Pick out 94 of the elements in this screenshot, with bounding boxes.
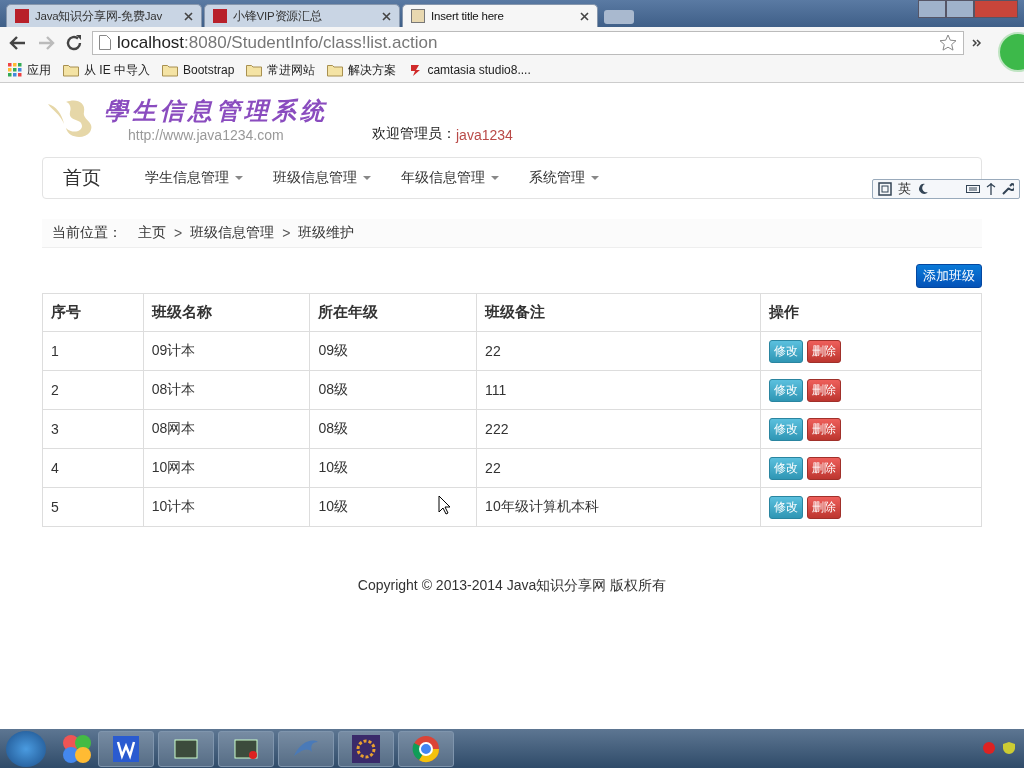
table-cell: 08网本 — [143, 409, 310, 449]
ime-mode-toggle[interactable]: 英 — [898, 180, 911, 198]
nav-menu[interactable]: 学生信息管理 — [145, 169, 243, 187]
delete-button[interactable]: 删除 — [807, 495, 842, 519]
table-cell: 08级 — [309, 409, 477, 449]
table-cell: 10级 — [309, 448, 477, 488]
table-cell: 09级 — [309, 331, 477, 371]
nav-menu[interactable]: 年级信息管理 — [401, 169, 499, 187]
nav-menu[interactable]: 班级信息管理 — [273, 169, 371, 187]
column-header: 班级备注 — [476, 293, 761, 332]
table-cell: 08计本 — [143, 370, 310, 410]
table-cell: 222 — [476, 409, 761, 449]
mouse-pointer-icon — [438, 495, 452, 515]
folder-icon — [63, 63, 79, 77]
delete-button[interactable]: 删除 — [807, 378, 842, 402]
bookmark-item[interactable]: 应用 — [8, 61, 51, 79]
column-header: 序号 — [42, 293, 144, 332]
breadcrumb-separator: > — [174, 225, 183, 241]
logo-title: 學生信息管理系统 — [104, 95, 328, 127]
table-cell: 10网本 — [143, 448, 310, 488]
site-favicon-icon — [213, 9, 227, 23]
window-app-icon — [233, 738, 259, 760]
username: java1234 — [456, 127, 513, 143]
table-cell: 22 — [476, 448, 761, 488]
folder-icon — [327, 63, 344, 77]
close-icon[interactable] — [184, 11, 193, 21]
table-cell: 10计本 — [143, 487, 310, 527]
column-header: 所在年级 — [309, 293, 477, 332]
taskbar-app-button[interactable] — [158, 731, 214, 767]
table-cell: 4 — [42, 448, 144, 488]
chevron-icon[interactable] — [972, 37, 982, 48]
window-app-icon — [173, 738, 199, 760]
page-favicon-icon — [411, 9, 425, 23]
add-class-button[interactable]: 添加班级 — [916, 264, 982, 288]
table-cell: 2 — [42, 370, 144, 410]
breadcrumb-link[interactable]: 班级信息管理 — [190, 224, 275, 242]
table-cell: 5 — [42, 487, 144, 527]
taskbar-app-button[interactable] — [218, 731, 274, 767]
caret-icon — [491, 176, 499, 180]
apps-grid-icon — [8, 63, 22, 77]
caret-icon — [235, 176, 243, 180]
star-icon[interactable] — [939, 33, 957, 52]
delete-button[interactable]: 删除 — [807, 339, 842, 363]
breadcrumb-label: 当前位置： — [52, 224, 122, 242]
browser-tab[interactable]: 小锋VIP资源汇总 — [204, 4, 400, 27]
site-favicon-icon — [15, 9, 29, 23]
table-cell: 3 — [42, 409, 144, 449]
bookmark-item[interactable]: 解决方案 — [327, 61, 397, 79]
app-squares-icon[interactable] — [60, 732, 94, 766]
delete-button[interactable]: 删除 — [807, 417, 842, 441]
reload-icon[interactable] — [64, 32, 84, 53]
shield-icon[interactable] — [1002, 741, 1016, 755]
bookmark-item[interactable]: Bootstrap — [162, 63, 235, 77]
bookmark-item[interactable]: 常进网站 — [246, 61, 316, 79]
document-app-icon — [113, 736, 139, 762]
home-link[interactable]: 首页 — [63, 165, 101, 191]
bookmark-item[interactable]: 从 IE 中导入 — [63, 61, 150, 79]
browser-tab[interactable]: Insert title here — [402, 4, 598, 27]
folder-icon — [162, 63, 178, 77]
copyright-text: Copyright © 2013-2014 Java知识分享网 版权所有 — [356, 577, 668, 595]
minimize-button[interactable] — [918, 0, 946, 18]
logo-url: http://www.java1234.com — [128, 127, 285, 143]
taskbar-app-button[interactable] — [398, 731, 454, 767]
browser-tab[interactable]: Java知识分享网-免费Jav — [6, 4, 202, 27]
nav-menu[interactable]: 系统管理 — [529, 169, 599, 187]
round-browser-icon — [412, 735, 440, 763]
table-cell: 08级 — [309, 370, 477, 410]
breadcrumb-separator: > — [282, 225, 291, 241]
breadcrumb-link[interactable]: 主页 — [138, 224, 166, 242]
folder-icon — [246, 63, 263, 77]
table-cell: 10年级计算机本科 — [476, 487, 761, 527]
column-header: 班级名称 — [143, 293, 310, 332]
welcome-label: 欢迎管理员： — [372, 125, 456, 141]
address-bar[interactable]: localhost:8080/StudentInfo/class!list.action — [92, 30, 964, 55]
restore-button[interactable] — [946, 0, 974, 18]
page-icon — [99, 35, 111, 50]
table-cell: 09计本 — [143, 331, 310, 371]
table-cell: 22 — [476, 331, 761, 371]
ime-logo-icon[interactable] — [878, 182, 892, 196]
bookmark-item[interactable]: camtasia studio8.... — [408, 63, 531, 77]
taskbar-app-button[interactable] — [338, 731, 394, 767]
breadcrumb-link[interactable]: 班级维护 — [298, 224, 355, 242]
caret-icon — [363, 176, 371, 180]
moon-icon[interactable] — [917, 183, 929, 195]
taskbar-app-button[interactable] — [98, 731, 154, 767]
delete-button[interactable]: 删除 — [807, 456, 842, 480]
column-header: 操作 — [760, 293, 982, 332]
table-cell: 1 — [42, 331, 144, 371]
caret-icon — [591, 176, 599, 180]
table-cell: 111 — [476, 370, 761, 410]
start-button[interactable] — [6, 731, 46, 767]
close-icon[interactable] — [382, 11, 391, 21]
close-icon[interactable] — [580, 11, 589, 21]
keyboard-icon[interactable] — [966, 184, 980, 194]
